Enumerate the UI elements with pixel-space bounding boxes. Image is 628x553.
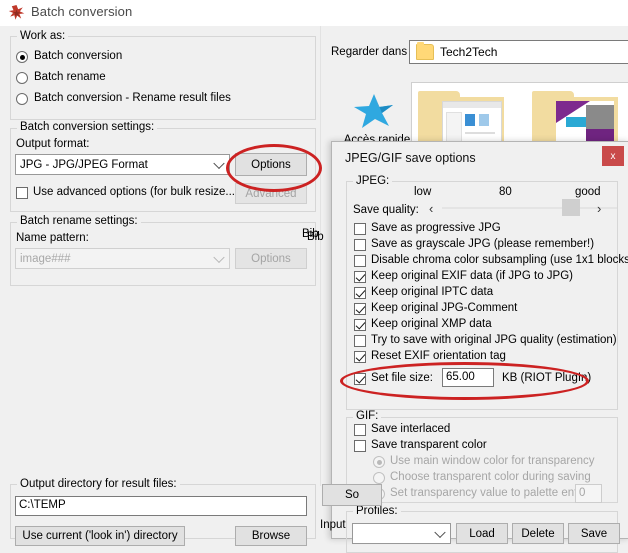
dialog-title: JPEG/GIF save options (345, 151, 476, 165)
label-keep-jpg-comment[interactable]: Keep original JPG-Comment (371, 302, 517, 314)
name-pattern-options-button: Options (235, 248, 307, 269)
look-in-label: Regarder dans : (331, 46, 414, 58)
jpeg-legend: JPEG: (353, 175, 393, 187)
label-keep-xmp[interactable]: Keep original XMP data (371, 318, 492, 330)
profiles-load-button[interactable]: Load (456, 523, 508, 544)
output-format-options-button[interactable]: Options (235, 153, 307, 176)
label-choose-transparent-color: Choose transparent color during saving (390, 471, 591, 483)
set-file-size-input[interactable]: 65.00 (442, 368, 494, 387)
slider-decrease-arrow[interactable]: ‹ (429, 201, 433, 216)
checkbox-keep-exif[interactable] (354, 271, 366, 283)
label-set-file-size[interactable]: Set file size: (371, 372, 433, 384)
radio-batch-conversion-rename[interactable] (16, 93, 28, 105)
label-keep-iptc[interactable]: Keep original IPTC data (371, 286, 493, 298)
library-label-visible: Bib (302, 228, 319, 240)
set-file-size-value: 65.00 (446, 370, 475, 383)
look-in-combo[interactable]: Tech2Tech (409, 40, 628, 64)
quality-value-label: 80 (499, 186, 512, 198)
name-pattern-combo[interactable]: image### (15, 248, 230, 269)
label-keep-exif[interactable]: Keep original EXIF data (if JPG to JPG) (371, 270, 573, 282)
palette-entry-value: 0 (579, 486, 586, 499)
use-advanced-options-label[interactable]: Use advanced options (for bulk resize...… (33, 186, 239, 198)
label-save-transparent-color[interactable]: Save transparent color (371, 439, 487, 451)
chevron-down-icon (434, 526, 446, 538)
checkbox-save-interlaced[interactable] (354, 424, 366, 436)
quick-access-star-icon (354, 94, 393, 128)
advanced-button: Advanced (235, 183, 307, 204)
name-pattern-label: Name pattern: (16, 232, 89, 244)
output-directory-legend: Output directory for result files: (17, 478, 180, 490)
look-in-value: Tech2Tech (440, 45, 498, 59)
checkbox-keep-xmp[interactable] (354, 319, 366, 331)
checkbox-disable-chroma-subsampling[interactable] (354, 255, 366, 267)
profiles-legend: Profiles: (353, 505, 401, 517)
gif-legend: GIF: (353, 410, 382, 422)
label-original-jpg-quality[interactable]: Try to save with original JPG quality (e… (371, 334, 617, 346)
use-advanced-options-checkbox[interactable] (16, 187, 28, 199)
quality-slider[interactable]: ‹ › (354, 198, 618, 218)
checkbox-save-progressive-jpg[interactable] (354, 223, 366, 235)
palette-entry-input: 0 (575, 484, 602, 503)
use-current-directory-button[interactable]: Use current ('look in') directory (15, 526, 185, 546)
radio-use-main-window-color (373, 456, 385, 468)
browse-button[interactable]: Browse (235, 526, 307, 546)
checkbox-keep-iptc[interactable] (354, 287, 366, 299)
name-pattern-value: image### (20, 252, 71, 265)
batch-rename-settings-legend: Batch rename settings: (17, 215, 141, 227)
window-titlebar: Batch conversion (0, 0, 628, 26)
output-directory-input[interactable]: C:\TEMP (15, 496, 307, 516)
irfanview-icon (8, 5, 25, 20)
output-format-label: Output format: (16, 138, 90, 150)
checkbox-save-transparent-color[interactable] (354, 440, 366, 452)
output-format-value: JPG - JPG/JPEG Format (20, 158, 148, 171)
radio-choose-transparent-color (373, 472, 385, 484)
label-save-grayscale-jpg[interactable]: Save as grayscale JPG (please remember!) (371, 238, 594, 250)
profiles-save-button[interactable]: Save (568, 523, 620, 544)
window-title: Batch conversion (31, 4, 133, 19)
checkbox-save-grayscale-jpg[interactable] (354, 239, 366, 251)
input-label: Input (320, 519, 346, 531)
label-save-interlaced[interactable]: Save interlaced (371, 423, 450, 435)
quality-good-label: good (575, 186, 601, 198)
label-use-main-window-color: Use main window color for transparency (390, 455, 595, 467)
output-directory-value: C:\TEMP (19, 499, 66, 512)
work-as-legend: Work as: (17, 30, 69, 42)
slider-track (442, 207, 617, 209)
radio-batch-rename[interactable] (16, 72, 28, 84)
output-format-combo[interactable]: JPG - JPG/JPEG Format (15, 154, 230, 175)
radio-batch-rename-label[interactable]: Batch rename (34, 71, 106, 83)
profiles-delete-button[interactable]: Delete (512, 523, 564, 544)
jpeg-gif-save-options-dialog: JPEG/GIF save options x JPEG: low 80 goo… (331, 141, 628, 553)
checkbox-keep-jpg-comment[interactable] (354, 303, 366, 315)
radio-batch-conversion-rename-label[interactable]: Batch conversion - Rename result files (34, 92, 231, 104)
close-icon[interactable]: x (602, 146, 624, 166)
checkbox-original-jpg-quality[interactable] (354, 335, 366, 347)
folder-icon (416, 42, 434, 60)
radio-batch-conversion[interactable] (16, 51, 28, 63)
checkbox-reset-exif-orientation[interactable] (354, 351, 366, 363)
quality-low-label: low (414, 186, 432, 198)
label-disable-chroma-subsampling[interactable]: Disable chroma color subsampling (use 1x… (371, 254, 628, 266)
label-set-transparency-palette: Set transparency value to palette entry: (390, 487, 591, 499)
checkbox-set-file-size[interactable] (354, 373, 366, 385)
chevron-down-icon (213, 251, 225, 263)
set-file-size-unit: KB (RIOT PlugIn) (502, 372, 592, 384)
label-reset-exif-orientation[interactable]: Reset EXIF orientation tag (371, 350, 506, 362)
slider-thumb[interactable] (562, 199, 580, 216)
profiles-combo[interactable] (352, 523, 451, 544)
slider-increase-arrow[interactable]: › (597, 201, 601, 216)
sort-button[interactable]: So (322, 484, 382, 506)
label-save-progressive-jpg[interactable]: Save as progressive JPG (371, 222, 501, 234)
batch-conversion-settings-legend: Batch conversion settings: (17, 121, 158, 133)
radio-batch-conversion-label[interactable]: Batch conversion (34, 50, 122, 62)
chevron-down-icon (213, 157, 225, 169)
